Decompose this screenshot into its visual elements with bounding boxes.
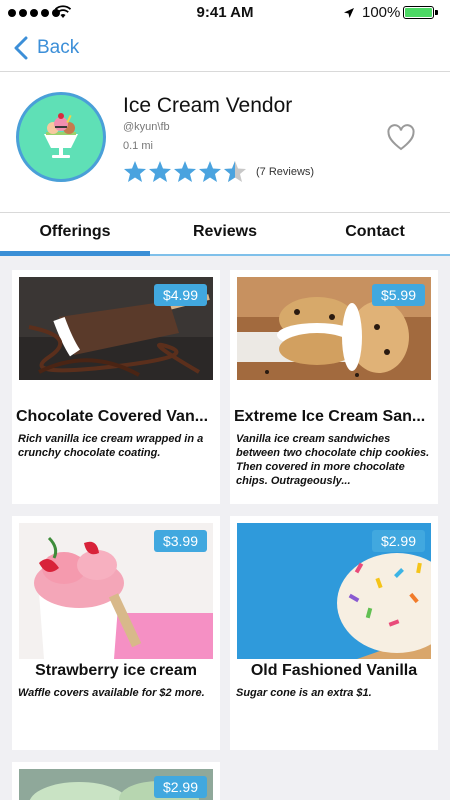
offering-photo: $4.99 [19,277,213,380]
tab-reviews[interactable]: Reviews [150,223,300,241]
offerings-grid: $4.99 Chocolate Covered Van... Rich vani… [0,256,450,800]
vendor-header: Ice Cream Vendor @kyun\fb 0.1 mi (7 Revi… [0,72,450,212]
ice-cream-sundae-icon [44,113,78,158]
star-icon [124,161,146,182]
battery-tip [435,10,438,15]
vendor-name: Ice Cream Vendor [123,94,293,117]
price-badge: $3.99 [153,530,207,552]
battery-percentage: 100% [362,4,401,21]
offering-card[interactable]: $4.99 Chocolate Covered Van... Rich vani… [12,270,220,504]
location-arrow-icon [344,8,354,18]
back-button[interactable]: Back [13,36,79,60]
half-star-icon [224,161,246,182]
price-badge: $2.99 [153,776,207,798]
price-badge: $2.99 [371,530,425,552]
offering-title: Extreme Ice Cream San... [234,408,426,425]
status-bar: 9:41 AM 100% [0,0,450,26]
review-count[interactable]: (7 Reviews) [256,166,314,178]
tab-bar: Offerings Reviews Contact [0,212,450,257]
price-badge: $4.99 [153,284,207,306]
offering-card[interactable]: $5.99 Extreme Ice Cream San... Vanilla i… [230,270,438,504]
tab-offerings[interactable]: Offerings [0,223,150,241]
vendor-distance: 0.1 mi [123,140,153,152]
offering-title: Chocolate Covered Van... [16,408,209,425]
offering-photo: $2.99 [19,769,213,800]
offering-description: Vanilla ice cream sandwiches between two… [236,433,430,487]
offering-description: Waffle covers available for $2 more. [18,687,205,699]
star-rating[interactable]: (7 Reviews) [123,160,314,183]
battery-icon [403,6,434,19]
offering-photo: $2.99 [237,523,431,659]
back-label: Back [37,37,80,58]
offering-title: Old Fashioned Vanilla [250,662,418,679]
offering-photo: $5.99 [237,277,431,380]
vendor-handle: @kyun\fb [123,121,170,133]
navigation-bar: Back [0,26,450,72]
star-icon [149,161,171,182]
offering-card[interactable]: $3.99 Strawberry ice cream Waffle covers… [12,516,220,750]
offering-photo: $3.99 [19,523,213,659]
price-badge: $5.99 [371,284,425,306]
offering-title: Strawberry ice cream [35,662,197,679]
offering-card[interactable]: $2.99 Old Fashioned Vanilla Sugar cone i… [230,516,438,750]
star-icon [199,161,221,182]
favorite-heart-icon[interactable] [387,124,415,152]
offering-description: Sugar cone is an extra $1. [236,687,372,699]
vendor-avatar[interactable] [16,92,106,182]
tab-contact[interactable]: Contact [300,223,450,241]
offering-description: Rich vanilla ice cream wrapped in a crun… [18,433,204,459]
chevron-left-icon [14,36,28,60]
star-icon [174,161,196,182]
offering-card[interactable]: $2.99 [12,762,220,800]
